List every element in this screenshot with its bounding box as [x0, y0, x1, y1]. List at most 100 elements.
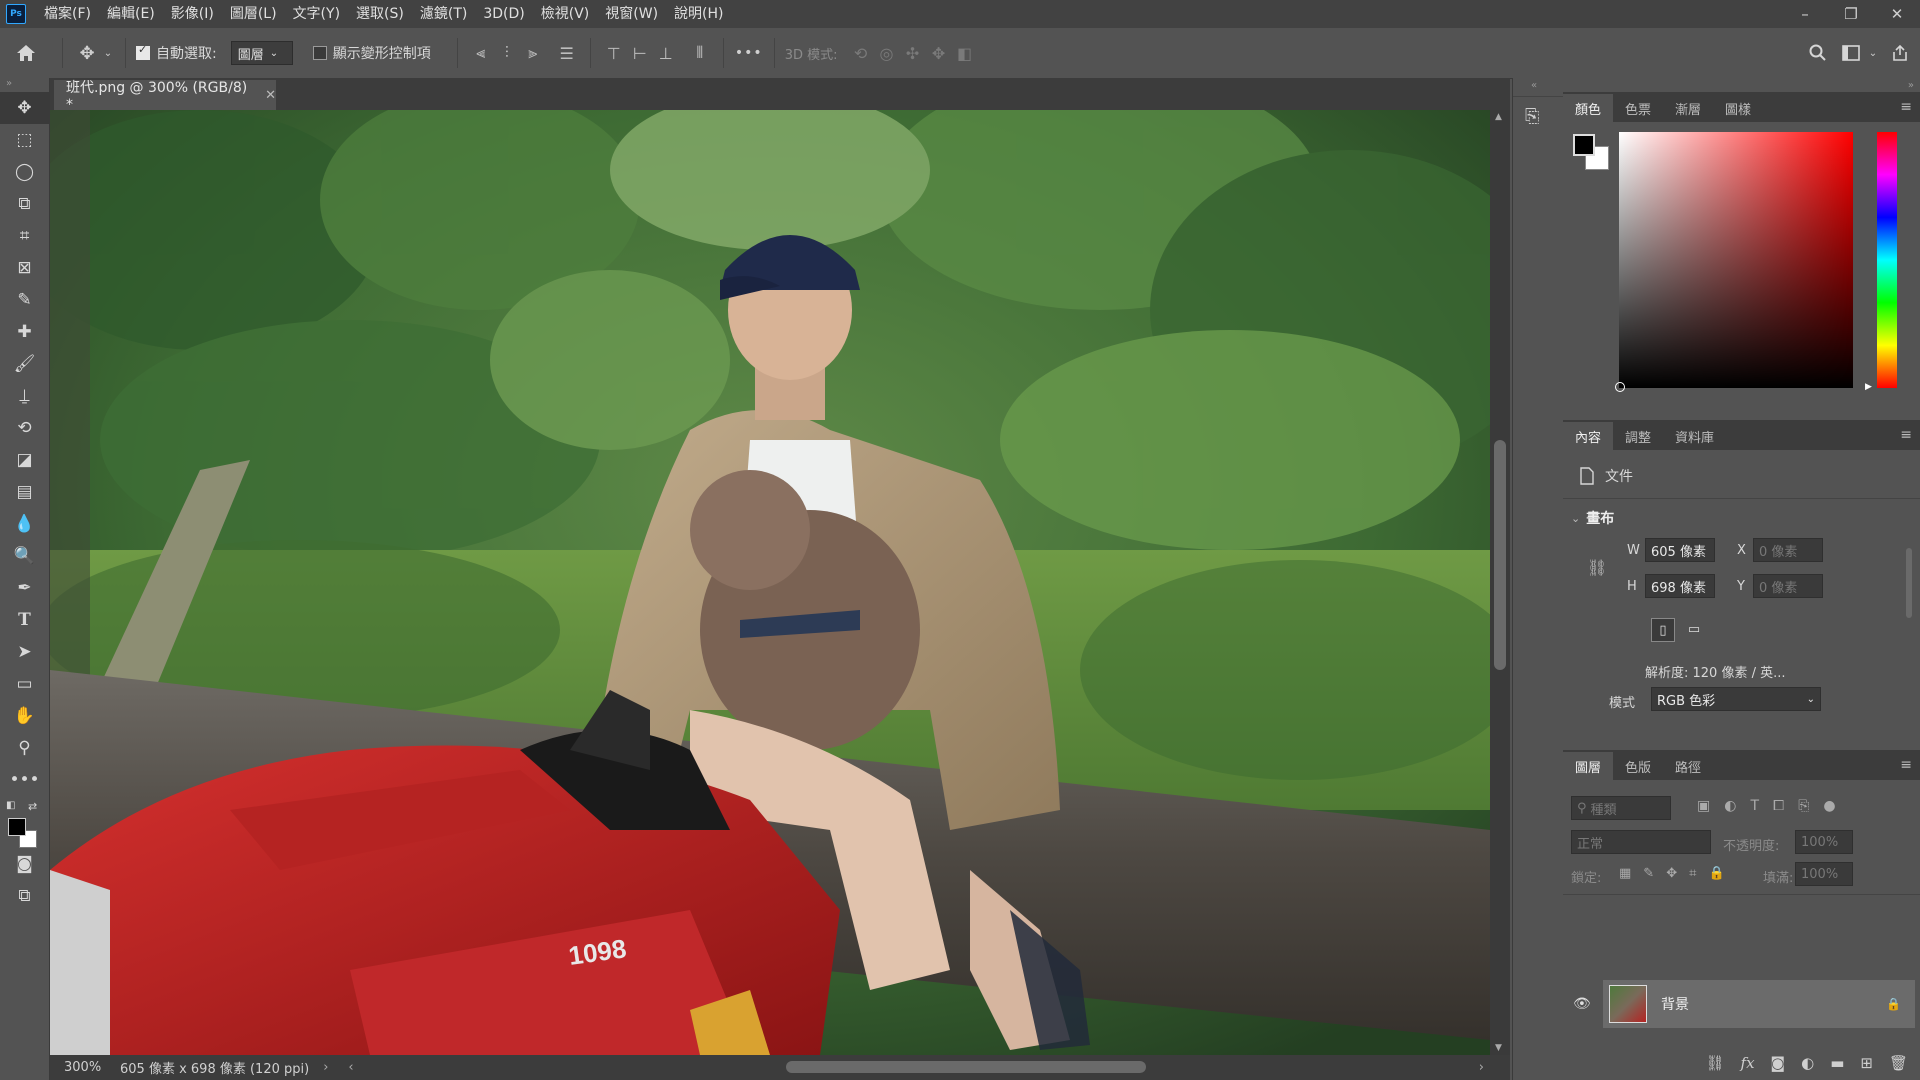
y-field[interactable]: 0 像素 — [1753, 574, 1823, 598]
distribute-horizontal-icon[interactable]: ⦀ — [687, 40, 713, 66]
edit-toolbar-icon[interactable]: ••• — [0, 764, 49, 796]
status-expand-icon[interactable]: › — [323, 1060, 328, 1075]
lock-icon[interactable]: 🔒 — [1886, 997, 1901, 1011]
layer-name[interactable]: 背景 — [1661, 994, 1689, 1014]
height-field[interactable]: 698 像素 — [1645, 574, 1715, 598]
document-image[interactable]: 1098 — [50, 110, 1490, 1055]
more-options-button[interactable]: ••• — [734, 45, 764, 61]
hue-slider[interactable] — [1877, 132, 1897, 388]
scroll-left-icon[interactable]: ‹ — [348, 1060, 353, 1075]
tab-libraries[interactable]: 資料庫 — [1663, 422, 1726, 450]
color-picker-handle[interactable] — [1615, 382, 1625, 392]
quick-mask-icon[interactable]: ◙ — [0, 848, 49, 880]
history-panel-icon[interactable]: ⎘ — [1525, 106, 1539, 127]
opacity-field[interactable]: 100% — [1795, 830, 1853, 854]
menu-3d[interactable]: 3D(D) — [475, 0, 532, 28]
tab-channels[interactable]: 色版 — [1613, 752, 1663, 780]
layer-row[interactable]: 👁 背景 🔒 — [1573, 980, 1915, 1028]
hand-tool-icon[interactable]: ✋ — [0, 700, 49, 732]
collapse-icon[interactable]: » — [1908, 80, 1914, 91]
filter-type-icon[interactable]: T — [1750, 798, 1759, 814]
fill-field[interactable]: 100% — [1795, 862, 1853, 886]
document-tab[interactable]: 班代.png @ 300% (RGB/8) * ✕ — [54, 80, 276, 113]
vertical-scrollbar[interactable]: ▲ ▼ — [1490, 110, 1510, 1055]
color-panel-swatches[interactable] — [1573, 134, 1609, 170]
align-horizontal-centers-icon[interactable]: ⫶ — [494, 40, 520, 66]
move-tool-icon[interactable]: ✥ — [0, 92, 49, 124]
workspace-icon[interactable] — [1836, 45, 1866, 61]
menu-filter[interactable]: 濾鏡(T) — [412, 0, 475, 28]
tab-color[interactable]: 顏色 — [1563, 94, 1614, 122]
minimize-button[interactable]: – — [1782, 0, 1828, 28]
tab-swatches[interactable]: 色票 — [1613, 94, 1663, 122]
zoom-level[interactable]: 300% — [64, 1060, 110, 1075]
3d-orbit-icon[interactable]: ⟲ — [848, 40, 874, 66]
foreground-color-swatch[interactable] — [8, 818, 26, 836]
menu-layer[interactable]: 圖層(L) — [222, 0, 285, 28]
tab-adjustments[interactable]: 調整 — [1613, 422, 1663, 450]
swap-colors-icon[interactable]: ⇄ — [28, 800, 37, 813]
share-icon[interactable] — [1880, 44, 1920, 62]
gradient-tool-icon[interactable]: ▤ — [0, 476, 49, 508]
color-swatches[interactable]: ◧ ⇄ — [0, 796, 49, 848]
clone-stamp-tool-icon[interactable]: ⍊ — [0, 380, 49, 412]
history-brush-tool-icon[interactable]: ⟲ — [0, 412, 49, 444]
tab-patterns[interactable]: 圖樣 — [1713, 94, 1763, 122]
crop-tool-icon[interactable]: ⌗ — [0, 220, 49, 252]
link-icon[interactable]: ⛓ — [1587, 558, 1607, 577]
filter-pixel-icon[interactable]: ▣ — [1697, 798, 1710, 814]
screen-mode-icon[interactable]: ⧉ — [0, 880, 49, 912]
tab-gradients[interactable]: 漸層 — [1663, 94, 1713, 122]
brush-tool-icon[interactable]: 🖌 — [0, 348, 49, 380]
move-tool-icon[interactable]: ✥ — [73, 43, 101, 64]
visibility-eye-icon[interactable]: 👁 — [1573, 996, 1591, 1012]
marquee-tool-icon[interactable]: ⬚ — [0, 124, 49, 156]
home-icon[interactable] — [0, 44, 52, 62]
new-group-icon[interactable]: ▬ — [1830, 1054, 1844, 1072]
scroll-down-icon[interactable]: ▼ — [1495, 1043, 1502, 1053]
pen-tool-icon[interactable]: ✒ — [0, 572, 49, 604]
tab-paths[interactable]: 路徑 — [1663, 752, 1713, 780]
close-button[interactable]: ✕ — [1874, 0, 1920, 28]
transform-controls-checkbox[interactable] — [312, 46, 327, 60]
tab-layers[interactable]: 圖層 — [1563, 752, 1614, 780]
new-layer-icon[interactable]: ⊞ — [1860, 1054, 1873, 1072]
3d-pan-icon[interactable]: ✣ — [900, 40, 926, 66]
blur-tool-icon[interactable]: 💧 — [0, 508, 49, 540]
landscape-orientation-icon[interactable]: ▭ — [1683, 618, 1705, 640]
collapse-icon[interactable]: « — [1531, 80, 1537, 91]
eraser-tool-icon[interactable]: ◪ — [0, 444, 49, 476]
align-top-edges-icon[interactable]: ⊤ — [601, 40, 627, 66]
3d-roll-icon[interactable]: ◎ — [874, 40, 900, 66]
properties-scroll-thumb[interactable] — [1906, 548, 1912, 618]
menu-edit[interactable]: 編輯(E) — [99, 0, 163, 28]
restore-button[interactable]: ❐ — [1828, 0, 1874, 28]
delete-layer-icon[interactable]: 🗑 — [1889, 1054, 1908, 1072]
align-left-edges-icon[interactable]: ⫷ — [468, 40, 494, 66]
default-colors-icon[interactable]: ◧ — [6, 800, 15, 811]
menu-view[interactable]: 檢視(V) — [533, 0, 598, 28]
auto-select-target-dropdown[interactable]: 圖層 ⌄ — [230, 41, 293, 65]
hue-slider-handle-icon[interactable]: ▶ — [1865, 382, 1872, 392]
lock-image-icon[interactable]: ✎ — [1643, 866, 1654, 881]
menu-window[interactable]: 視窗(W) — [597, 0, 666, 28]
menu-help[interactable]: 說明(H) — [666, 0, 731, 28]
color-field[interactable] — [1615, 132, 1853, 392]
layer-style-icon[interactable]: fx — [1741, 1054, 1755, 1072]
filter-shape-icon[interactable]: ⧠ — [1773, 798, 1784, 814]
close-tab-icon[interactable]: ✕ — [265, 88, 276, 103]
healing-brush-tool-icon[interactable]: ✚ — [0, 316, 49, 348]
3d-camera-icon[interactable]: ◧ — [952, 40, 978, 66]
align-vertical-centers-icon[interactable]: ⊢ — [627, 40, 653, 66]
filter-toggle-icon[interactable]: ● — [1823, 798, 1835, 814]
vertical-scroll-thumb[interactable] — [1494, 440, 1506, 670]
width-field[interactable]: 605 像素 — [1645, 538, 1715, 562]
search-icon[interactable] — [1800, 44, 1836, 62]
frame-tool-icon[interactable]: ⊠ — [0, 252, 49, 284]
foreground-color-swatch[interactable] — [1573, 134, 1595, 156]
menu-type[interactable]: 文字(Y) — [285, 0, 348, 28]
tab-properties[interactable]: 內容 — [1563, 422, 1614, 450]
color-mode-dropdown[interactable]: RGB 色彩 ⌄ — [1651, 687, 1821, 711]
menu-select[interactable]: 選取(S) — [348, 0, 412, 28]
scroll-right-icon[interactable]: › — [1479, 1060, 1484, 1075]
